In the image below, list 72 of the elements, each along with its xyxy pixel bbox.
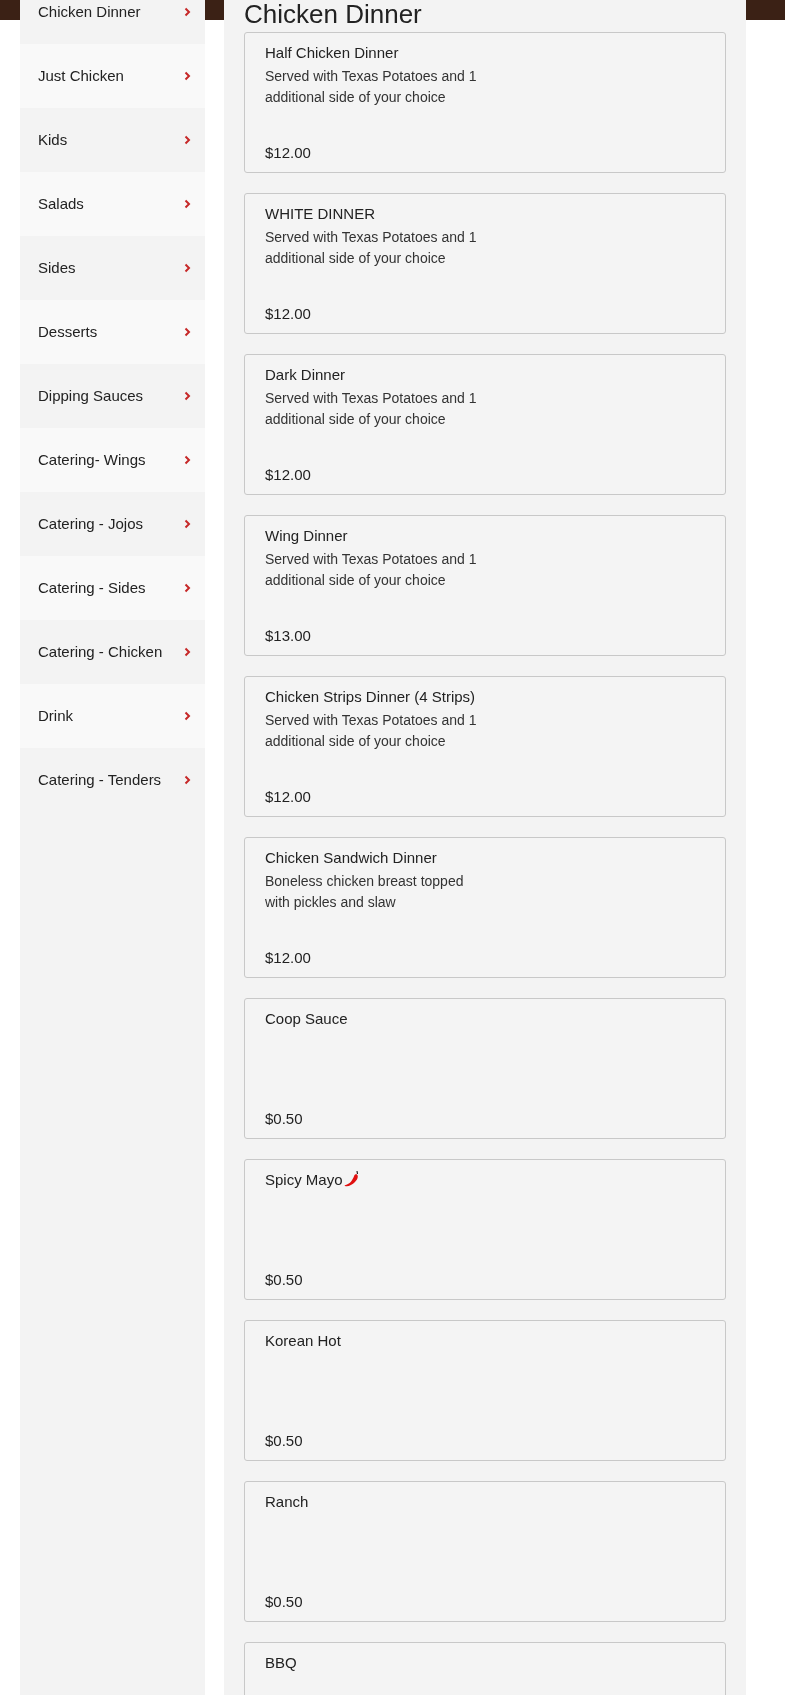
- category-label: Catering - Tenders: [38, 769, 162, 790]
- chevron-right-icon: [184, 455, 191, 465]
- item-name: Coop Sauce: [265, 1009, 348, 1029]
- category-item[interactable]: Catering - Sides: [20, 556, 205, 620]
- item-price: $12.00: [265, 465, 311, 485]
- item-name: Wing Dinner: [265, 526, 348, 546]
- item-name: Dark Dinner: [265, 365, 346, 385]
- menu-item-card[interactable]: Wing Dinner Served with Texas Potatoes and 1 additional side of your choice $13.00: [244, 515, 726, 656]
- menu-item-card[interactable]: Half Chicken Dinner Served with Texas Potatoes and 1 additional side of your choice $12.00: [244, 32, 726, 173]
- chevron-right-icon: [184, 135, 191, 145]
- category-label: Drink: [38, 705, 73, 726]
- category-item[interactable]: Catering- Wings: [20, 428, 205, 492]
- menu-item-card[interactable]: Ranch $0.50: [244, 1481, 726, 1622]
- menu-item-card[interactable]: Chicken Sandwich Dinner Boneless chicken breast topped with pickles and slaw $12.00: [244, 837, 726, 978]
- menu-item-card[interactable]: Spicy Mayo $0.50: [244, 1159, 726, 1300]
- item-name: Chicken Sandwich Dinner: [265, 848, 437, 868]
- category-label: Kids: [38, 129, 68, 150]
- chevron-right-icon: [184, 391, 191, 401]
- category-item[interactable]: Just Chicken: [20, 44, 205, 108]
- section-heading: Chicken Dinner: [244, 0, 422, 28]
- menu-item-card[interactable]: Chicken Strips Dinner (4 Strips) Served with Texas Potatoes and 1 additional side of your choice $12.00: [244, 676, 726, 817]
- menu-item-card[interactable]: Dark Dinner Served with Texas Potatoes and 1 additional side of your choice $12.00: [244, 354, 726, 495]
- chevron-right-icon: [184, 327, 191, 337]
- category-label: Desserts: [38, 321, 98, 342]
- category-label: Catering- Wings: [38, 449, 146, 470]
- category-label: Catering - Chicken: [38, 641, 163, 662]
- chevron-right-icon: [184, 263, 191, 273]
- item-price: $12.00: [265, 948, 311, 968]
- item-name: Korean Hot: [265, 1331, 341, 1351]
- item-price: $12.00: [265, 787, 311, 807]
- category-item[interactable]: Salads: [20, 172, 205, 236]
- item-name: Spicy Mayo: [265, 1170, 343, 1190]
- category-label: Sides: [38, 257, 76, 278]
- item-description: Served with Texas Potatoes and 1 additional side of your choice: [265, 389, 478, 429]
- item-description: Served with Texas Potatoes and 1 additional side of your choice: [265, 228, 478, 268]
- item-name: WHITE DINNER: [265, 204, 375, 224]
- item-description: Boneless chicken breast topped with pickles and slaw: [265, 872, 465, 912]
- item-price: $0.50: [265, 1431, 303, 1451]
- menu-item-card[interactable]: Coop Sauce $0.50: [244, 998, 726, 1139]
- item-price: $12.00: [265, 304, 311, 324]
- chevron-right-icon: [184, 647, 191, 657]
- item-description: Served with Texas Potatoes and 1 additional side of your choice: [265, 550, 478, 590]
- menu-item-card[interactable]: BBQ: [244, 1642, 726, 1695]
- item-name: Half Chicken Dinner: [265, 43, 399, 63]
- item-description: Served with Texas Potatoes and 1 additional side of your choice: [265, 67, 478, 107]
- item-name: BBQ: [265, 1653, 297, 1673]
- item-name: Chicken Strips Dinner (4 Strips): [265, 687, 476, 707]
- category-label: Catering - Jojos: [38, 513, 144, 534]
- item-name: Ranch: [265, 1492, 309, 1512]
- category-label: Chicken Dinner: [38, 1, 141, 22]
- chevron-right-icon: [184, 71, 191, 81]
- item-description: Served with Texas Potatoes and 1 additional side of your choice: [265, 711, 478, 751]
- category-label: Dipping Sauces: [38, 385, 144, 406]
- chevron-right-icon: [184, 519, 191, 529]
- item-price: $0.50: [265, 1109, 303, 1129]
- chevron-right-icon: [184, 199, 191, 209]
- item-price: $13.00: [265, 626, 311, 646]
- menu-item-card[interactable]: Korean Hot $0.50: [244, 1320, 726, 1461]
- chili-pepper-icon: [343, 1170, 360, 1188]
- category-item[interactable]: Drink: [20, 684, 205, 748]
- chevron-right-icon: [184, 7, 191, 17]
- chevron-right-icon: [184, 583, 191, 593]
- category-item[interactable]: Desserts: [20, 300, 205, 364]
- category-label: Just Chicken: [38, 65, 124, 86]
- item-price: $12.00: [265, 143, 311, 163]
- category-label: Catering - Sides: [38, 577, 146, 598]
- menu-item-card[interactable]: WHITE DINNER Served with Texas Potatoes and 1 additional side of your choice $12.00: [244, 193, 726, 334]
- chevron-right-icon: [184, 711, 191, 721]
- chevron-right-icon: [184, 775, 191, 785]
- item-price: $0.50: [265, 1592, 303, 1612]
- category-label: Salads: [38, 193, 84, 214]
- item-price: $0.50: [265, 1270, 303, 1290]
